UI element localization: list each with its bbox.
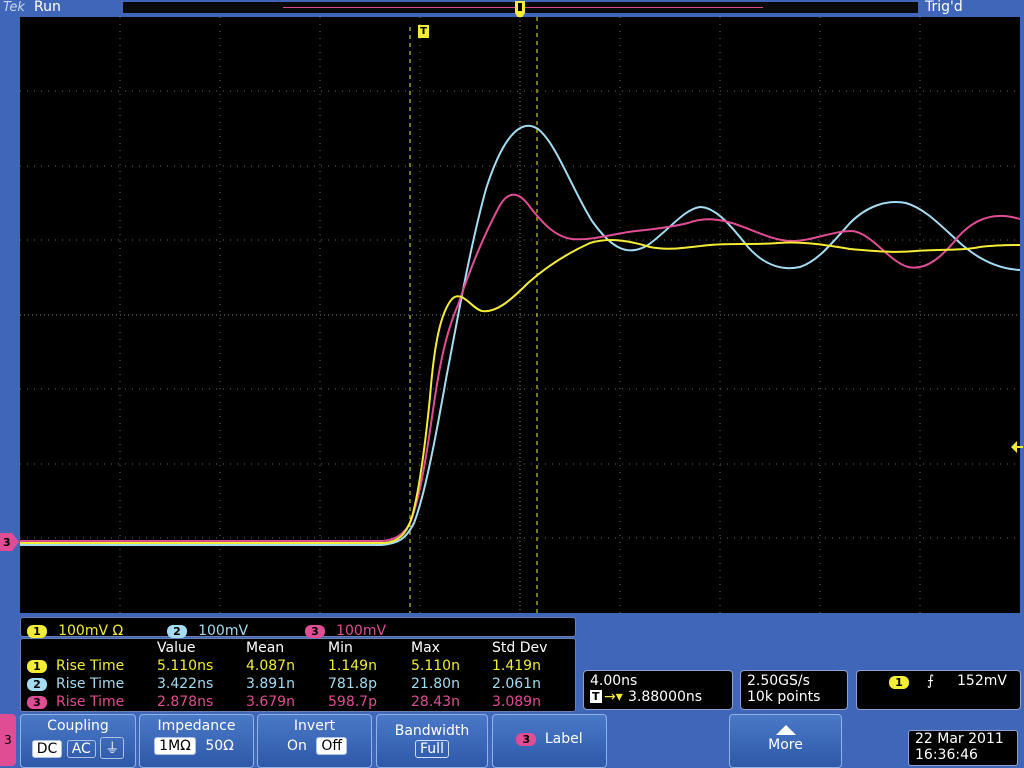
row-1-std-dev: 1.419n bbox=[492, 658, 541, 674]
run-state: Run bbox=[34, 0, 61, 15]
impedance-50ohm-option[interactable]: 50Ω bbox=[200, 737, 239, 755]
invert-on-option[interactable]: On bbox=[282, 737, 312, 755]
header-max: Max bbox=[411, 640, 440, 656]
label-text: Label bbox=[544, 731, 583, 747]
bandwidth-title: Bandwidth bbox=[394, 723, 470, 739]
brand-logo: Tek bbox=[3, 0, 25, 15]
trigger-source-chip: 1 bbox=[889, 676, 909, 689]
row-3-min: 598.7p bbox=[328, 694, 377, 710]
coupling-button[interactable]: Coupling DC AC ⏚ bbox=[20, 714, 136, 768]
chevron-up-icon bbox=[775, 725, 796, 735]
more-button[interactable]: More bbox=[729, 714, 842, 768]
header-mean: Mean bbox=[246, 640, 285, 656]
horizontal-delay: 3.88000ns bbox=[628, 689, 703, 705]
invert-button[interactable]: Invert On Off bbox=[257, 714, 372, 768]
measurement-table[interactable]: Value Mean Min Max Std Dev 1 Rise Time 5… bbox=[20, 638, 576, 712]
row-3-value: 2.878ns bbox=[157, 694, 214, 710]
header-min: Min bbox=[328, 640, 353, 656]
acquisition-readout[interactable]: 2.50GS/s 10k points bbox=[740, 670, 848, 710]
channel-3-scale[interactable]: 3 100mV bbox=[305, 620, 386, 639]
time: 16:36:46 bbox=[915, 747, 978, 763]
row-2-std-dev: 2.061n bbox=[492, 676, 541, 692]
channel-2-chip: 2 bbox=[167, 625, 187, 638]
coupling-dc-option[interactable]: DC bbox=[31, 740, 63, 758]
row-1-value: 5.110ns bbox=[157, 658, 214, 674]
channel-2-waveform bbox=[20, 124, 1020, 546]
channel-1-scale[interactable]: 1 100mV Ω bbox=[27, 620, 123, 639]
horizontal-readout[interactable]: 4.00ns T →▾ 3.88000ns bbox=[583, 670, 733, 710]
row-2-value: 3.422ns bbox=[157, 676, 214, 692]
row-3-max: 28.43n bbox=[411, 694, 460, 710]
channel-3-menu-tab[interactable]: 3 bbox=[0, 714, 16, 766]
trigger-readout[interactable]: 1 ⨍ 152mV bbox=[856, 670, 1021, 710]
impedance-1mohm-option[interactable]: 1MΩ bbox=[154, 737, 196, 755]
more-label: More bbox=[768, 737, 803, 753]
channel-3-ground-marker[interactable]: 3 bbox=[0, 533, 20, 551]
channel-3-scale-value: 100mV bbox=[336, 623, 387, 639]
bandwidth-button[interactable]: Bandwidth Full bbox=[376, 714, 488, 768]
row-1-mean: 4.087n bbox=[246, 658, 295, 674]
impedance-button[interactable]: Impedance 1MΩ 50Ω bbox=[139, 714, 254, 768]
record-length: 10k points bbox=[747, 689, 821, 705]
row-1-channel-chip: 1 bbox=[27, 660, 47, 673]
invert-title: Invert bbox=[293, 718, 336, 734]
waveform-display[interactable]: T bbox=[20, 17, 1020, 613]
rising-edge-icon: ⨍ bbox=[927, 673, 935, 689]
trigger-time-marker: T bbox=[418, 25, 429, 38]
row-2-channel-chip: 2 bbox=[27, 678, 47, 691]
channel-scale-bar: 1 100mV Ω 2 100mV 3 100mV bbox=[20, 617, 576, 639]
invert-off-option[interactable]: Off bbox=[316, 737, 348, 755]
row-3-std-dev: 3.089n bbox=[492, 694, 541, 710]
row-2-min: 781.8p bbox=[328, 676, 377, 692]
row-3-mean: 3.679n bbox=[246, 694, 295, 710]
graticule bbox=[20, 17, 1020, 613]
channel-2-scale-value: 100mV bbox=[198, 623, 249, 639]
date-time-display: 22 Mar 2011 16:36:46 bbox=[908, 730, 1018, 766]
row-3-channel-chip: 3 bbox=[27, 696, 47, 709]
coupling-title: Coupling bbox=[47, 718, 109, 734]
sample-rate: 2.50GS/s bbox=[747, 673, 810, 689]
row-3-name: Rise Time bbox=[56, 694, 125, 710]
header-value: Value bbox=[157, 640, 196, 656]
impedance-title: Impedance bbox=[157, 718, 236, 734]
date: 22 Mar 2011 bbox=[915, 731, 1004, 747]
channel-1-scale-value: 100mV Ω bbox=[58, 623, 124, 639]
channel-2-scale[interactable]: 2 100mV bbox=[167, 620, 248, 639]
row-2-name: Rise Time bbox=[56, 676, 125, 692]
row-2-mean: 3.891n bbox=[246, 676, 295, 692]
coupling-ac-option[interactable]: AC bbox=[66, 740, 96, 758]
label-button[interactable]: 3 Label bbox=[492, 714, 607, 768]
delay-arrow-icon: →▾ bbox=[604, 689, 623, 705]
coupling-ground-icon[interactable]: ⏚ bbox=[100, 737, 125, 759]
label-channel-chip: 3 bbox=[516, 733, 537, 746]
trigger-state: Trig'd bbox=[925, 0, 963, 15]
channel-3-chip: 3 bbox=[305, 625, 325, 638]
row-1-name: Rise Time bbox=[56, 658, 125, 674]
svg-text:3: 3 bbox=[3, 536, 11, 549]
row-1-max: 5.110n bbox=[411, 658, 460, 674]
trigger-level: 152mV bbox=[957, 673, 1007, 689]
horizontal-scale: 4.00ns bbox=[590, 673, 638, 689]
row-1-min: 1.149n bbox=[328, 658, 377, 674]
trigger-level-marker[interactable] bbox=[1010, 440, 1024, 454]
header-std-dev: Std Dev bbox=[492, 640, 548, 656]
trigger-delay-icon: T bbox=[590, 690, 602, 703]
bandwidth-value: Full bbox=[415, 740, 449, 758]
row-2-max: 21.80n bbox=[411, 676, 460, 692]
channel-1-chip: 1 bbox=[27, 625, 47, 638]
